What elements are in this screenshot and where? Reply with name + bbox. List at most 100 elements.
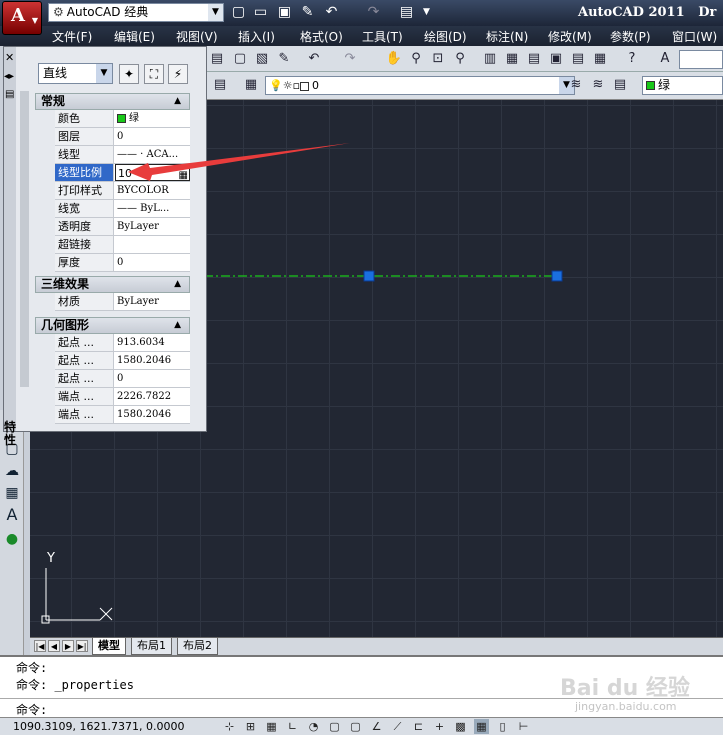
property-row[interactable]: 线型 —— · ACA... — [55, 146, 190, 164]
select-objects-icon[interactable]: ⛶ — [144, 64, 164, 84]
save-as-icon[interactable]: ✎ — [299, 4, 316, 21]
redo-icon[interactable]: ↷ — [365, 4, 382, 21]
ortho-mode-icon[interactable]: ∟ — [285, 719, 300, 734]
object-snap-icon[interactable]: ▢ — [327, 719, 342, 734]
revision-cloud-icon[interactable]: ☁ — [3, 462, 21, 480]
property-row[interactable]: 端点 ... 2226.7822 — [55, 388, 190, 406]
property-row[interactable]: 颜色 绿 — [55, 110, 190, 128]
section-general[interactable]: 常规 ▲ — [35, 93, 190, 110]
palette-scrollbar[interactable] — [20, 91, 29, 387]
text-style-icon[interactable]: A — [656, 50, 674, 68]
clipboard-icon[interactable]: ▧ — [253, 50, 271, 68]
color-dropdown[interactable]: 绿 — [642, 76, 723, 95]
property-row-selected[interactable]: 线型比例 10 ▦ — [55, 164, 190, 182]
midpoint-grip[interactable] — [363, 270, 375, 282]
3d-object-snap-icon[interactable]: ▢ — [348, 719, 363, 734]
property-row[interactable]: 线宽 —— ByL... — [55, 200, 190, 218]
menu-insert[interactable]: 插入(I) — [238, 28, 275, 45]
undo-icon[interactable]: ↶ — [305, 50, 323, 68]
print-icon[interactable]: ▤ — [398, 4, 415, 21]
property-row[interactable]: 透明度 ByLayer — [55, 218, 190, 236]
undo-icon[interactable]: ↶ — [323, 4, 340, 21]
zoom-window-icon[interactable]: ⊡ — [429, 50, 447, 68]
menu-window[interactable]: 窗口(W) — [672, 28, 717, 45]
command-input[interactable]: 命令: — [16, 701, 47, 718]
save-icon[interactable]: ▣ — [276, 4, 293, 21]
calculator-icon[interactable]: ▦ — [591, 50, 609, 68]
property-row[interactable]: 起点 ... 913.6034 — [55, 334, 190, 352]
zoom-previous-icon[interactable]: ⚲ — [451, 50, 469, 68]
object-snap-tracking-icon[interactable]: ∠ — [369, 719, 384, 734]
table-icon[interactable]: ▦ — [3, 484, 21, 502]
properties-icon[interactable]: ▥ — [481, 50, 499, 68]
layer-dropdown[interactable]: 💡☼▫ 0 ▼ — [265, 76, 575, 95]
annotation-monitor-icon[interactable]: ⊢ — [516, 719, 531, 734]
chevron-down-icon[interactable]: ▼ — [418, 4, 435, 21]
endpoint-grip[interactable] — [551, 270, 563, 282]
section-3d-effects[interactable]: 三维效果 ▲ — [35, 276, 190, 293]
copy-icon[interactable]: ▢ — [231, 50, 249, 68]
section-geometry[interactable]: 几何图形 ▲ — [35, 317, 190, 334]
dynamic-ucs-icon[interactable]: ⟋ — [390, 719, 405, 734]
menu-modify[interactable]: 修改(M) — [548, 28, 592, 45]
make-current-layer-icon[interactable]: ≋ — [567, 76, 585, 94]
object-type-dropdown[interactable]: 直线 ▼ — [38, 63, 113, 84]
open-folder-icon[interactable]: ▭ — [252, 4, 269, 21]
selection-cycling-icon[interactable]: ▯ — [495, 719, 510, 734]
property-row[interactable]: 图层 0 — [55, 128, 190, 146]
lineweight-icon[interactable]: + — [432, 719, 447, 734]
sheet-set-icon[interactable]: ▣ — [547, 50, 565, 68]
palette-titlebar[interactable]: ✕ ◂▸ ▤ — [4, 47, 16, 431]
menu-draw[interactable]: 绘图(D) — [424, 28, 467, 45]
auto-hide-icon[interactable]: ◂▸ — [4, 71, 14, 82]
last-tab-icon[interactable]: ▶| — [76, 640, 88, 652]
menu-dimension[interactable]: 标注(N) — [486, 28, 528, 45]
property-row[interactable]: 端点 ... 1580.2046 — [55, 406, 190, 424]
multiline-text-icon[interactable]: A — [3, 506, 21, 524]
property-row[interactable]: 起点 ... 0 — [55, 370, 190, 388]
polar-tracking-icon[interactable]: ◔ — [306, 719, 321, 734]
help-icon[interactable]: ? — [623, 50, 641, 68]
workspace-dropdown[interactable]: ⚙ AutoCAD 经典 ▼ — [48, 3, 224, 22]
markup-icon[interactable]: ▤ — [569, 50, 587, 68]
property-row[interactable]: 起点 ... 1580.2046 — [55, 352, 190, 370]
property-row[interactable]: 超链接 — [55, 236, 190, 254]
redo-icon[interactable]: ↷ — [341, 50, 359, 68]
palette-menu-icon[interactable]: ▤ — [5, 89, 14, 100]
dynamic-input-icon[interactable]: ⊏ — [411, 719, 426, 734]
menu-view[interactable]: 视图(V) — [176, 28, 218, 45]
menu-edit[interactable]: 编辑(E) — [114, 28, 155, 45]
layer-previous-icon[interactable]: ≋ — [589, 76, 607, 94]
grid-display-icon[interactable]: ▦ — [264, 719, 279, 734]
pan-hand-icon[interactable]: ✋ — [385, 50, 403, 68]
layer-properties-icon[interactable]: ▤ — [211, 76, 229, 94]
quick-properties-icon[interactable]: ▦ — [474, 719, 489, 734]
layer-state-icon[interactable]: ▦ — [242, 76, 260, 94]
infer-constraints-icon[interactable]: ⊹ — [222, 719, 237, 734]
transparency-icon[interactable]: ▩ — [453, 719, 468, 734]
menu-file[interactable]: 文件(F) — [52, 28, 92, 45]
prev-tab-icon[interactable]: ◀ — [48, 640, 60, 652]
text-style-combo[interactable] — [679, 50, 723, 69]
zoom-realtime-icon[interactable]: ⚲ — [407, 50, 425, 68]
match-properties-icon[interactable]: ✎ — [275, 50, 293, 68]
property-row[interactable]: 材质 ByLayer — [55, 293, 190, 311]
tool-palettes-icon[interactable]: ▤ — [525, 50, 543, 68]
snap-mode-icon[interactable]: ⊞ — [243, 719, 258, 734]
next-tab-icon[interactable]: ▶ — [62, 640, 74, 652]
menu-format[interactable]: 格式(O) — [300, 28, 343, 45]
menu-parametric[interactable]: 参数(P) — [610, 28, 651, 45]
application-menu-button[interactable]: A ▼ — [2, 1, 42, 35]
close-icon[interactable]: ✕ — [5, 51, 14, 64]
first-tab-icon[interactable]: |◀ — [34, 640, 46, 652]
paste-icon[interactable]: ▤ — [208, 50, 226, 68]
tab-model[interactable]: 模型 — [92, 638, 126, 655]
menu-tools[interactable]: 工具(T) — [362, 28, 403, 45]
property-row[interactable]: 打印样式 BYCOLOR — [55, 182, 190, 200]
layer-tools-icon[interactable]: ▤ — [611, 76, 629, 94]
tab-layout2[interactable]: 布局2 — [177, 638, 218, 655]
quick-select-icon[interactable]: ⚡ — [168, 64, 188, 84]
toggle-pickadd-icon[interactable]: ✦ — [119, 64, 139, 84]
property-row[interactable]: 厚度 0 — [55, 254, 190, 272]
new-file-icon[interactable]: ▢ — [230, 4, 247, 21]
